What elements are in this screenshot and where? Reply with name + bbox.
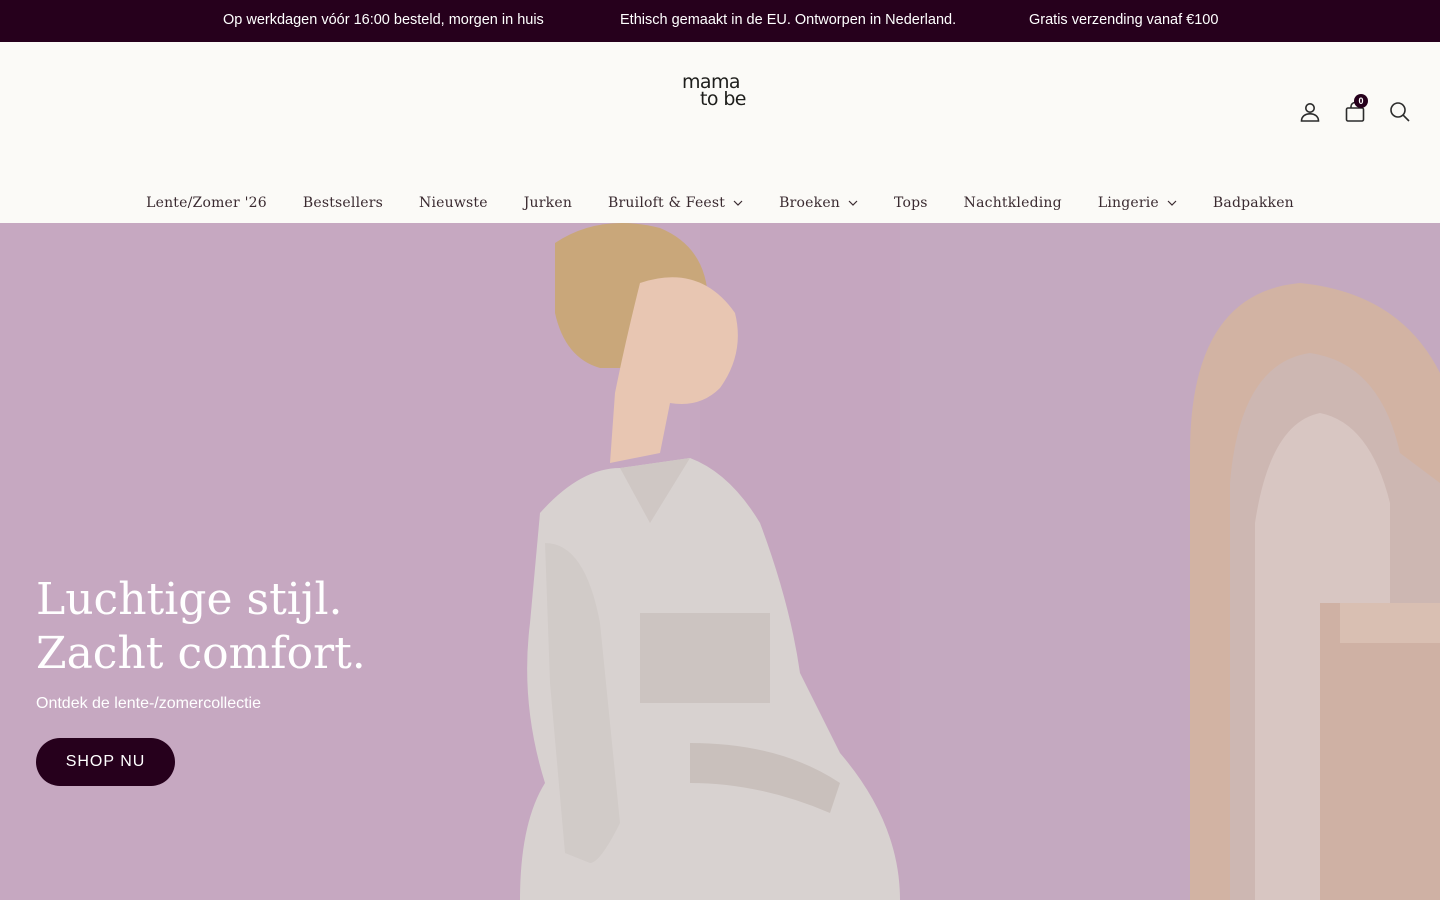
nav-item-label: Tops <box>894 195 928 211</box>
nav-item-lente-zomer-26[interactable]: Lente/Zomer '26 <box>146 192 267 214</box>
nav-item-label: Bestsellers <box>302 195 384 211</box>
cart-count-badge: 0 <box>1354 94 1368 108</box>
account-button[interactable] <box>1298 100 1322 124</box>
search-button[interactable] <box>1388 100 1412 124</box>
announcement-message: Ethisch gemaakt in de EU. Ontworpen in N… <box>620 12 957 28</box>
nav-item-label: Nachtkleding <box>963 195 1062 211</box>
hero-image <box>0 223 1440 900</box>
nav-item-bruiloft-feest[interactable]: Bruiloft & Feest <box>608 192 743 214</box>
nav-item-nachtkleding[interactable]: Nachtkleding <box>964 192 1062 214</box>
nav-item-label: Broeken <box>779 195 841 211</box>
chevron-down-icon <box>733 200 743 206</box>
chevron-down-icon <box>848 200 858 206</box>
brand-logo[interactable]: mama to be <box>681 72 761 112</box>
logo-text-line2: to be <box>700 88 746 110</box>
announcement-message: Gratis verzending vanaf €100 <box>1029 12 1219 28</box>
nav-item-label: Jurken <box>523 195 573 211</box>
nav-item-label: Lingerie <box>1097 195 1159 211</box>
site-header: mama to be 0 Lente/Zomer '26 Bestsellers N… <box>0 42 1440 243</box>
nav-item-lingerie[interactable]: Lingerie <box>1098 192 1177 214</box>
nav-item-label: Nieuwste <box>419 195 488 211</box>
hero-subtitle: Ontdek de lente-/zomercollectie <box>36 695 261 712</box>
nav-item-tops[interactable]: Tops <box>894 192 928 214</box>
account-icon <box>1300 103 1320 122</box>
announcement-message: Op werkdagen vóór 16:00 besteld, morgen … <box>223 12 544 28</box>
nav-item-label: Badpakken <box>1212 195 1294 211</box>
nav-item-broeken[interactable]: Broeken <box>779 192 858 214</box>
nav-item-jurken[interactable]: Jurken <box>524 192 572 214</box>
shop-now-button[interactable]: SHOP NU <box>36 738 175 786</box>
chevron-down-icon <box>1167 200 1177 206</box>
nav-item-nieuwste[interactable]: Nieuwste <box>419 192 488 214</box>
nav-item-badpakken[interactable]: Badpakken <box>1213 192 1294 214</box>
nav-item-label: Lente/Zomer '26 <box>146 195 267 211</box>
nav-item-bestsellers[interactable]: Bestsellers <box>303 192 383 214</box>
cart-button[interactable]: 0 <box>1343 94 1368 124</box>
main-nav-row-1: Lente/Zomer '26 Bestsellers Nieuwste Jurken… <box>0 192 1440 214</box>
hero-banner: Luchtige stijl. Zacht comfort. Ontdek de… <box>0 223 1440 900</box>
announcement-bar: Op werkdagen vóór 16:00 besteld, morgen … <box>0 0 1440 42</box>
nav-item-label: Bruiloft & Feest <box>608 195 726 211</box>
hero-title: Luchtige stijl. Zacht comfort. <box>36 574 366 679</box>
search-icon <box>1390 102 1410 122</box>
